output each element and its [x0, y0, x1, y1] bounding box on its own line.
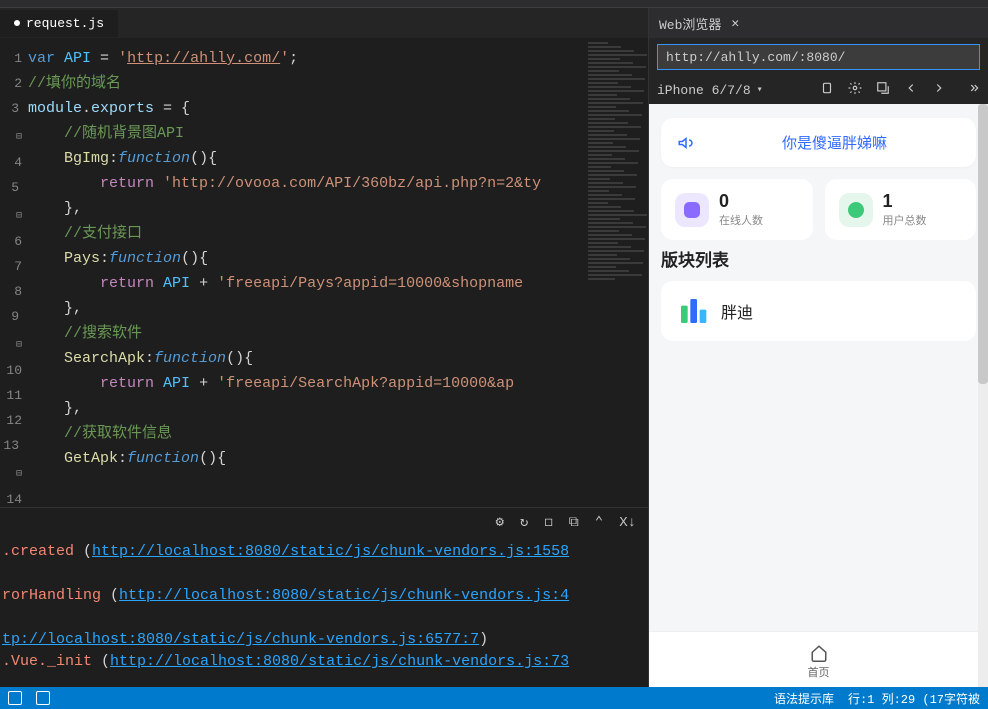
editor-tab-bar[interactable]: request.js [0, 8, 648, 38]
bottom-nav: 首页 [649, 631, 988, 687]
url-text: http://ahlly.com/:8080/ [666, 50, 845, 65]
online-label: 在线人数 [719, 212, 763, 228]
debug-icon[interactable]: ⚙ [495, 514, 503, 531]
stat-online[interactable]: 0 在线人数 [661, 179, 813, 240]
online-count: 0 [719, 191, 763, 212]
forum-name: 胖迪 [721, 299, 753, 323]
editor-tab-requestjs[interactable]: request.js [0, 10, 118, 37]
more-icon[interactable] [966, 81, 980, 99]
collapse-up-icon[interactable]: ⌃ [595, 514, 603, 531]
nav-home[interactable]: 首页 [808, 644, 830, 680]
status-icon-2[interactable] [36, 691, 50, 705]
close-console-icon[interactable]: X↓ [619, 515, 636, 531]
url-input[interactable]: http://ahlly.com/:8080/ [657, 44, 980, 70]
stat-users[interactable]: 1 用户总数 [825, 179, 977, 240]
scrollbar-thumb[interactable] [978, 104, 988, 384]
device-toolbar: iPhone 6/7/8 [649, 76, 988, 104]
code-area[interactable]: var API = 'http://ahlly.com/';//填你的域名mod… [28, 38, 586, 507]
gear-icon[interactable] [848, 81, 862, 99]
line-gutter: 123 ⊟45 ⊟6789 ⊟10111213 ⊟14151617 ⊟ [0, 38, 28, 507]
close-icon[interactable]: ✕ [731, 16, 739, 31]
console-output[interactable]: .created (http://localhost:8080/static/j… [0, 537, 648, 687]
preview-scrollbar[interactable] [978, 104, 988, 687]
syntax-label[interactable]: 语法提示库 [774, 690, 834, 707]
console-toolbar: ⚙ ↻ ◻ ⧉ ⌃ X↓ [0, 507, 648, 537]
forum-icon [677, 295, 709, 327]
users-label: 用户总数 [883, 212, 927, 228]
announcement-card[interactable]: 你是傻逼胖娣嘛 [661, 118, 976, 167]
mobile-preview: 你是傻逼胖娣嘛 0 在线人数 1 用户总数 [649, 104, 988, 687]
stats-row: 0 在线人数 1 用户总数 [661, 179, 976, 240]
editor-pane: request.js 123 ⊟45 ⊟6789 ⊟10111213 ⊟1415… [0, 8, 648, 687]
section-title: 版块列表 [661, 246, 976, 271]
stop-icon[interactable]: ◻ [544, 514, 552, 531]
device-select[interactable]: iPhone 6/7/8 [657, 83, 763, 98]
forward-icon[interactable] [932, 81, 946, 99]
status-bar: 语法提示库 行:1 列:29 (17字符被 [0, 687, 988, 709]
minimap[interactable] [586, 38, 648, 507]
cursor-position[interactable]: 行:1 列:29 (17字符被 [848, 690, 980, 707]
popout-icon[interactable] [876, 81, 890, 99]
back-icon[interactable] [904, 81, 918, 99]
rotate-icon[interactable] [820, 81, 834, 99]
announcement-text: 你是傻逼胖娣嘛 [709, 132, 960, 153]
users-count: 1 [883, 191, 927, 212]
status-icon-1[interactable] [8, 691, 22, 705]
home-icon [809, 644, 829, 662]
window-topbar [0, 0, 988, 8]
main-area: request.js 123 ⊟45 ⊟6789 ⊟10111213 ⊟1415… [0, 8, 988, 687]
reload-icon[interactable]: ↻ [520, 514, 528, 531]
external-icon[interactable]: ⧉ [569, 515, 579, 531]
preview-body[interactable]: 你是傻逼胖娣嘛 0 在线人数 1 用户总数 [649, 104, 988, 631]
code-editor[interactable]: 123 ⊟45 ⊟6789 ⊟10111213 ⊟14151617 ⊟ var … [0, 38, 648, 507]
tab-filename: request.js [26, 16, 104, 31]
users-icon [839, 193, 873, 227]
speaker-icon [677, 134, 695, 152]
browser-tab-label: Web浏览器 [659, 14, 721, 33]
online-icon [675, 193, 709, 227]
forum-item[interactable]: 胖迪 [661, 281, 976, 341]
browser-tab[interactable]: Web浏览器 ✕ [649, 8, 988, 38]
browser-pane: Web浏览器 ✕ http://ahlly.com/:8080/ iPhone … [648, 8, 988, 687]
